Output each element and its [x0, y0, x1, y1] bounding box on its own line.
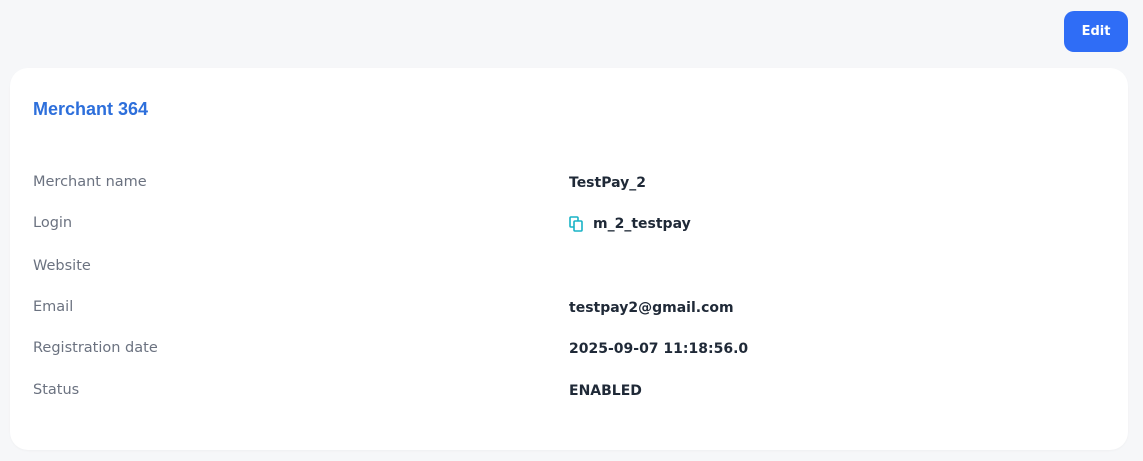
field-row-merchant-name: Merchant name TestPay_2: [10, 170, 1128, 194]
field-value-merchant-name: TestPay_2: [569, 175, 646, 191]
field-row-login: Login m_2_testpay: [10, 211, 1128, 235]
field-label-status: Status: [33, 382, 80, 398]
field-value-login: m_2_testpay: [593, 216, 691, 232]
field-row-email: Email testpay2@gmail.com: [10, 295, 1128, 319]
merchant-details-page: Edit Merchant 364 Merchant name TestPay_…: [0, 0, 1143, 461]
field-value-login-wrapper: m_2_testpay: [569, 212, 691, 236]
edit-button[interactable]: Edit: [1064, 11, 1128, 52]
field-label-login: Login: [33, 215, 73, 231]
field-row-status: Status ENABLED: [10, 378, 1128, 402]
field-label-merchant-name: Merchant name: [33, 174, 147, 190]
field-label-registration-date: Registration date: [33, 340, 158, 356]
field-label-website: Website: [33, 258, 91, 274]
card-title: Merchant 364: [33, 99, 149, 119]
copy-icon[interactable]: [569, 216, 584, 232]
field-row-website: Website: [10, 254, 1128, 278]
field-row-registration-date: Registration date 2025-09-07 11:18:56.0: [10, 336, 1128, 360]
merchant-details-card: Merchant 364 Merchant name TestPay_2 Log…: [10, 68, 1128, 450]
field-label-email: Email: [33, 299, 74, 315]
field-value-status: ENABLED: [569, 383, 642, 399]
field-value-email: testpay2@gmail.com: [569, 300, 734, 316]
field-value-registration-date: 2025-09-07 11:18:56.0: [569, 341, 749, 357]
